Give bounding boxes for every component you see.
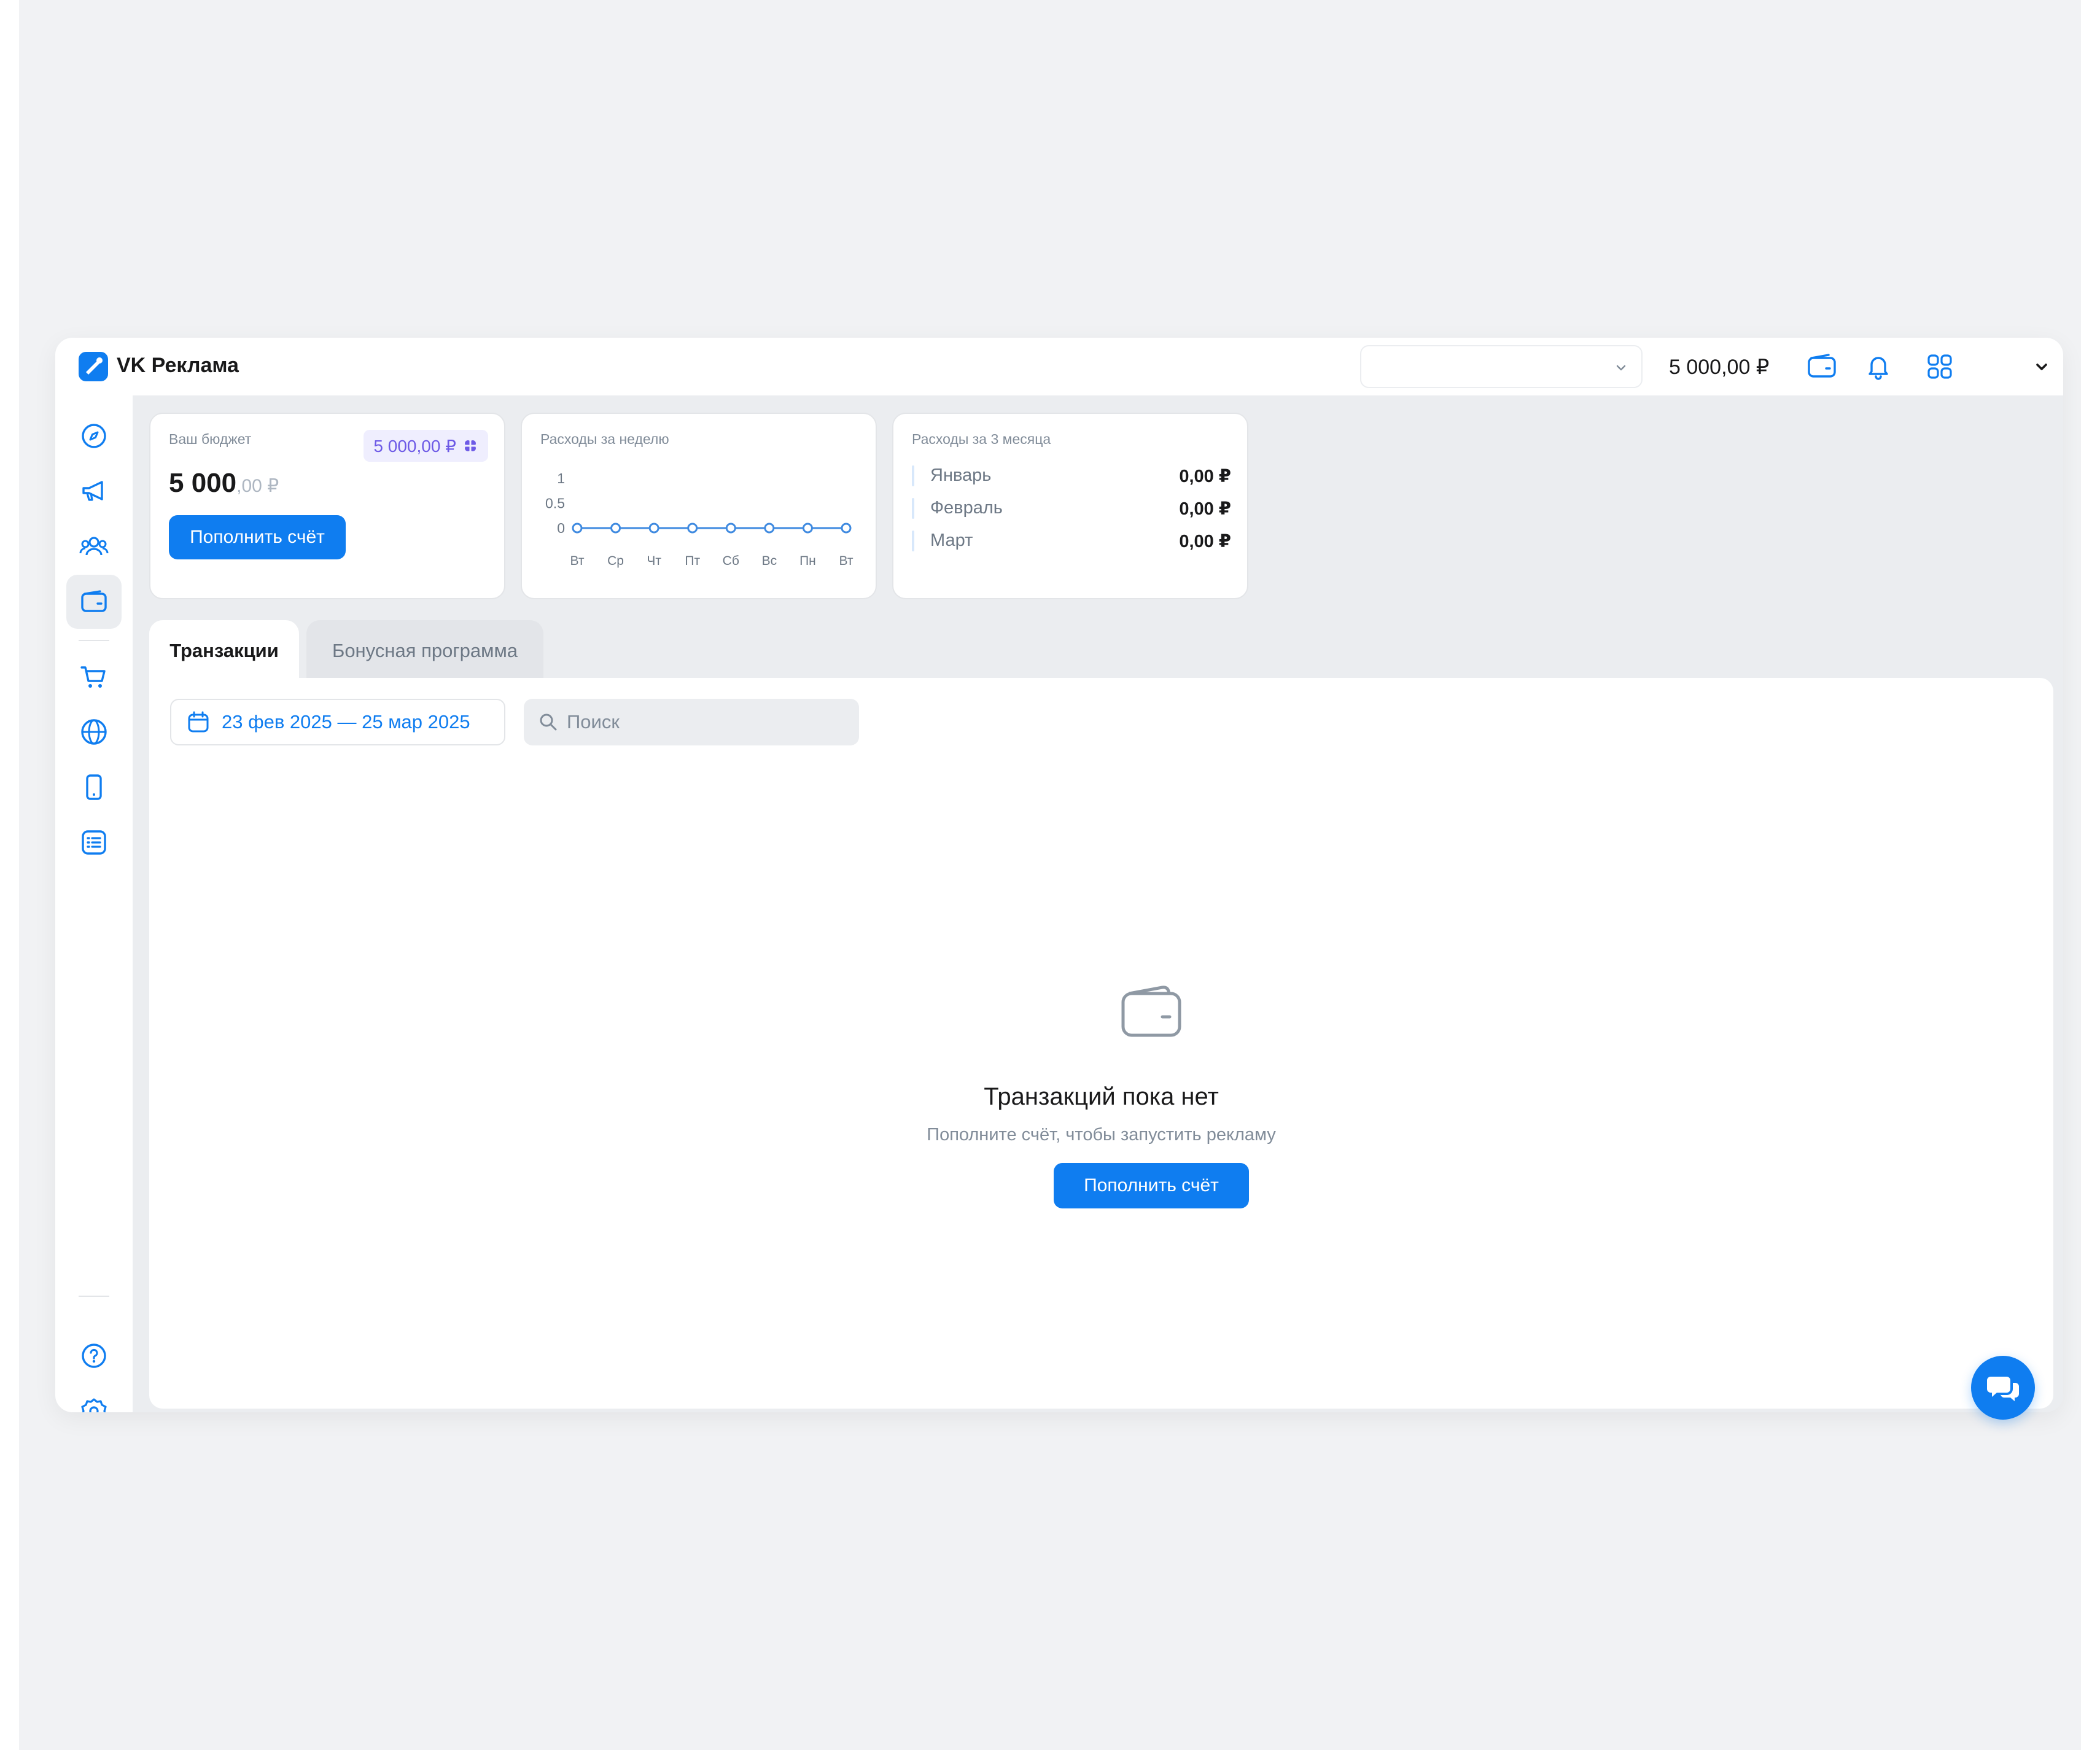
phone-icon bbox=[86, 774, 102, 800]
budget-amount-decimal: ,00 ₽ bbox=[236, 476, 279, 496]
date-range-label: 23 фев 2025 — 25 мар 2025 bbox=[222, 711, 470, 733]
three-month-spend-card: Расходы за 3 месяца Январь 0,00 ₽ Феврал… bbox=[892, 413, 1248, 599]
data-point[interactable] bbox=[764, 523, 775, 534]
wallet-icon bbox=[81, 590, 107, 612]
calendar-icon bbox=[188, 711, 209, 733]
empty-state-title: Транзакций пока нет bbox=[984, 1083, 1219, 1110]
top-up-button[interactable]: Пополнить счёт bbox=[169, 515, 346, 559]
x-tick-label: Пн bbox=[799, 554, 816, 568]
tab-transactions[interactable]: Транзакции bbox=[149, 620, 299, 682]
sidebar-item-audiences[interactable] bbox=[66, 519, 122, 574]
x-tick-label: Вт bbox=[570, 554, 585, 568]
sidebar bbox=[55, 395, 133, 1412]
y-tick-label: 1 bbox=[557, 470, 565, 486]
sidebar-divider bbox=[79, 640, 109, 641]
compass-icon bbox=[82, 424, 106, 448]
month-row-marker bbox=[912, 531, 914, 551]
month-row: Февраль 0,00 ₽ bbox=[912, 497, 1231, 521]
sidebar-item-sites[interactable] bbox=[66, 705, 122, 759]
bonus-balance-badge[interactable]: 5 000,00 ₽ bbox=[364, 430, 488, 462]
budget-amount-integer: 5 000 bbox=[169, 468, 237, 498]
wallet-icon[interactable] bbox=[1806, 351, 1837, 382]
sidebar-item-settings[interactable] bbox=[66, 1384, 122, 1412]
clover-icon bbox=[464, 439, 477, 453]
sidebar-divider bbox=[79, 1296, 109, 1297]
x-tick-label: Сб bbox=[723, 554, 739, 568]
data-point[interactable] bbox=[802, 523, 813, 534]
profile-chevron-down-icon[interactable] bbox=[2026, 351, 2057, 382]
empty-state-top-up-button[interactable]: Пополнить счёт bbox=[1054, 1163, 1249, 1208]
y-tick-label: 0 bbox=[557, 520, 565, 536]
chevron-down-icon bbox=[1616, 365, 1626, 371]
three-month-spend-label: Расходы за 3 месяца bbox=[912, 431, 1051, 447]
tab-bonus-program[interactable]: Бонусная программа bbox=[306, 620, 543, 682]
sidebar-item-lead-forms[interactable] bbox=[66, 815, 122, 869]
gear-icon bbox=[81, 1398, 107, 1412]
data-point[interactable] bbox=[841, 523, 852, 534]
list-icon bbox=[82, 830, 106, 855]
month-name: Февраль bbox=[930, 498, 1003, 518]
budget-card: Ваш бюджет 5 000,00 ₽ 5 000,00 ₽ Пополни… bbox=[149, 413, 505, 599]
app-window: VK Реклама 5 000,00 ₽ Ваш бюджет 5 000,0… bbox=[55, 338, 2063, 1412]
month-row-marker bbox=[912, 465, 914, 486]
empty-state-subtitle: Пополните счёт, чтобы запустить рекламу bbox=[927, 1125, 1276, 1145]
month-value: 0,00 ₽ bbox=[1179, 532, 1231, 551]
help-icon bbox=[82, 1344, 106, 1368]
vk-ads-logo-icon[interactable] bbox=[79, 352, 108, 381]
month-name: Март bbox=[930, 531, 973, 550]
x-tick-label: Ср bbox=[607, 554, 624, 568]
x-tick-label: Вс bbox=[762, 554, 777, 568]
y-tick-label: 0.5 bbox=[545, 496, 565, 511]
megaphone-icon bbox=[82, 481, 103, 501]
weekly-spend-card: Расходы за неделю 1 0.5 0 Вт Ср Чт Пт Сб Вс Пн Вт bbox=[521, 413, 877, 599]
sidebar-item-budget[interactable] bbox=[66, 575, 122, 629]
app-title[interactable]: VK Реклама bbox=[117, 354, 239, 378]
weekly-spend-chart: 1 0.5 0 Вт Ср Чт Пт Сб Вс Пн Вт bbox=[545, 470, 854, 568]
x-tick-label: Вт bbox=[839, 554, 854, 568]
search-icon bbox=[540, 714, 557, 731]
month-value: 0,00 ₽ bbox=[1179, 467, 1231, 486]
header-balance[interactable]: 5 000,00 ₽ bbox=[1669, 355, 1769, 379]
month-name: Январь bbox=[930, 465, 992, 485]
month-row-marker bbox=[912, 498, 914, 519]
data-point[interactable] bbox=[687, 523, 698, 534]
sidebar-item-ecommerce[interactable] bbox=[66, 650, 122, 704]
data-point[interactable] bbox=[610, 523, 621, 534]
bonus-balance-value: 5 000,00 ₽ bbox=[373, 436, 456, 456]
top-header: VK Реклама 5 000,00 ₽ bbox=[55, 338, 2063, 395]
data-point[interactable] bbox=[725, 523, 736, 534]
budget-card-label: Ваш бюджет bbox=[169, 431, 252, 447]
sidebar-item-apps[interactable] bbox=[66, 760, 122, 814]
x-tick-label: Пт bbox=[685, 554, 700, 568]
date-range-picker[interactable]: 23 фев 2025 — 25 мар 2025 bbox=[170, 699, 505, 745]
chat-bubbles-icon bbox=[1987, 1377, 2019, 1401]
empty-wallet-icon bbox=[1121, 986, 1181, 1037]
search-input[interactable] bbox=[567, 711, 849, 733]
month-value: 0,00 ₽ bbox=[1179, 499, 1231, 519]
support-chat-button[interactable] bbox=[1971, 1356, 2035, 1420]
month-row: Январь 0,00 ₽ bbox=[912, 464, 1231, 489]
cart-icon bbox=[80, 666, 106, 688]
search-box[interactable] bbox=[524, 699, 859, 745]
globe-icon bbox=[81, 719, 107, 745]
transactions-panel: 23 фев 2025 — 25 мар 2025 Транзакций пок… bbox=[149, 678, 2053, 1409]
data-point[interactable] bbox=[572, 523, 583, 534]
bell-icon[interactable] bbox=[1863, 351, 1894, 382]
month-row: Март 0,00 ₽ bbox=[912, 529, 1231, 554]
sidebar-item-campaigns[interactable] bbox=[66, 464, 122, 518]
budget-amount: 5 000,00 ₽ bbox=[169, 468, 279, 499]
data-point[interactable] bbox=[648, 523, 659, 534]
sidebar-item-help[interactable] bbox=[66, 1329, 122, 1383]
sidebar-item-overview[interactable] bbox=[66, 409, 122, 463]
apps-grid-icon[interactable] bbox=[1924, 351, 1955, 382]
account-select[interactable] bbox=[1360, 345, 1643, 388]
x-tick-label: Чт bbox=[647, 554, 661, 568]
users-icon bbox=[79, 537, 109, 556]
